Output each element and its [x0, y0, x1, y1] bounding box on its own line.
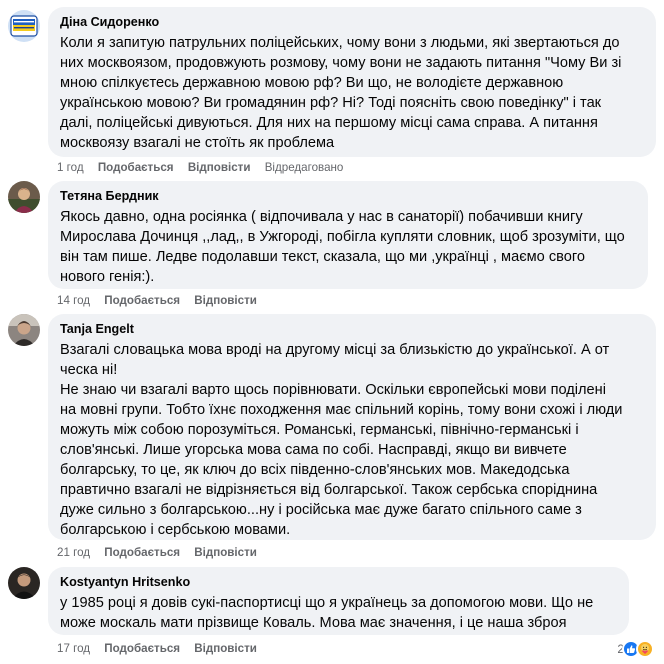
reply-button[interactable]: Відповісти — [194, 642, 257, 656]
comment-author[interactable]: Tanja Engelt — [60, 321, 644, 338]
comment-author[interactable]: Тетяна Бердник — [60, 188, 636, 205]
comment-text: Взагалі словацька мова вроді на другому … — [60, 340, 644, 540]
comment-bubble: Tanja Engelt Взагалі словацька мова врод… — [48, 314, 656, 540]
comment-line: українською мовою? Ви громадянин рф? Ні?… — [60, 95, 602, 111]
comment-line: Не знаю чи взагалі варто щось порівнюват… — [60, 382, 606, 398]
comment-time[interactable]: 1 год — [57, 161, 84, 175]
comment-line: ческа ні! — [60, 362, 118, 378]
like-button[interactable]: Подобається — [104, 294, 180, 308]
person-photo-icon — [8, 181, 40, 213]
ukraine-badge-avatar-icon — [8, 10, 40, 42]
comment-line: мною спілкуєтесь державною мовою рф? Ви … — [60, 75, 564, 91]
person-photo-icon — [8, 314, 40, 346]
edited-label[interactable]: Відредаговано — [265, 161, 344, 175]
comment-line: москвоязу взагалі не стоїть як проблема — [60, 135, 335, 151]
comment-line: він там пише. Ледве подолавши текст, ска… — [60, 249, 585, 265]
comment-line: у 1985 році я довів сукі-паспортисці що … — [60, 595, 594, 611]
comment-text: Якось давно, одна росіянка ( відпочивала… — [60, 207, 636, 287]
care-icon — [636, 640, 654, 658]
comment-bubble: Діна Сидоренко Коли я запитую патрульних… — [48, 7, 656, 157]
comment-line: нового генія:). — [60, 269, 155, 285]
comment-line: правтично взагалі не відрізняється від б… — [60, 482, 598, 498]
person-photo-icon — [8, 567, 40, 599]
comment-actions: 14 год Подобається Відповісти — [57, 294, 268, 308]
comment-actions: 1 год Подобається Відповісти Відредагова… — [57, 161, 354, 175]
reply-button[interactable]: Відповісти — [194, 546, 257, 560]
comment-line: Взагалі словацька мова вроді на другому … — [60, 342, 610, 358]
comment-actions: 21 год Подобається Відповісти — [57, 546, 268, 560]
avatar[interactable] — [8, 10, 40, 42]
comment-line: них москвоязом, продовжують розмову, чом… — [60, 55, 622, 71]
comment-line: болгарську, то це, як ключ до всіх півде… — [60, 462, 570, 478]
comment-line: може москаль мати прізвище Коваль. Мова … — [60, 615, 567, 631]
comment-bubble: Тетяна Бердник Якось давно, одна росіянк… — [48, 181, 648, 289]
comment-time[interactable]: 17 год — [57, 642, 90, 656]
comment-bubble: Kostyantyn Hritsenko у 1985 році я довів… — [48, 567, 629, 635]
avatar[interactable] — [8, 314, 40, 346]
comment-time[interactable]: 14 год — [57, 294, 90, 308]
comment-actions: 17 год Подобається Відповісти — [57, 642, 268, 656]
like-button[interactable]: Подобається — [104, 642, 180, 656]
comment-line: Якось давно, одна росіянка ( відпочивала… — [60, 209, 583, 225]
comment-line: далі, поліцейські дивуються. Для них на … — [60, 115, 598, 131]
reply-button[interactable]: Відповісти — [188, 161, 251, 175]
comment-line: на мовні групи. Тобто їхнє походження ма… — [60, 402, 623, 418]
comment-line: можуть між собою порозуміться. Романські… — [60, 422, 579, 438]
comment-line: Мирослава Дочинця ,,лад,, в Ужгороді, по… — [60, 229, 625, 245]
comment-author[interactable]: Kostyantyn Hritsenko — [60, 574, 617, 591]
comment-text: у 1985 році я довів сукі-паспортисці що … — [60, 593, 617, 633]
comment-line: дуже сильно з болгарською...ну і російсь… — [60, 502, 582, 518]
comment-time[interactable]: 21 год — [57, 546, 90, 560]
reply-button[interactable]: Відповісти — [194, 294, 257, 308]
comment-line: Коли я запитую патрульних поліцейських, … — [60, 35, 620, 51]
comment-text: Коли я запитую патрульних поліцейських, … — [60, 33, 644, 153]
comment-author[interactable]: Діна Сидоренко — [60, 14, 644, 31]
avatar[interactable] — [8, 181, 40, 213]
comment-line: болгарською і сербською мовами. — [60, 522, 291, 538]
comment-line: слов'янські. Лише угорська мова сама по … — [60, 442, 567, 458]
avatar[interactable] — [8, 567, 40, 599]
like-button[interactable]: Подобається — [104, 546, 180, 560]
reactions-summary[interactable]: 2 — [613, 639, 656, 659]
like-button[interactable]: Подобається — [98, 161, 174, 175]
